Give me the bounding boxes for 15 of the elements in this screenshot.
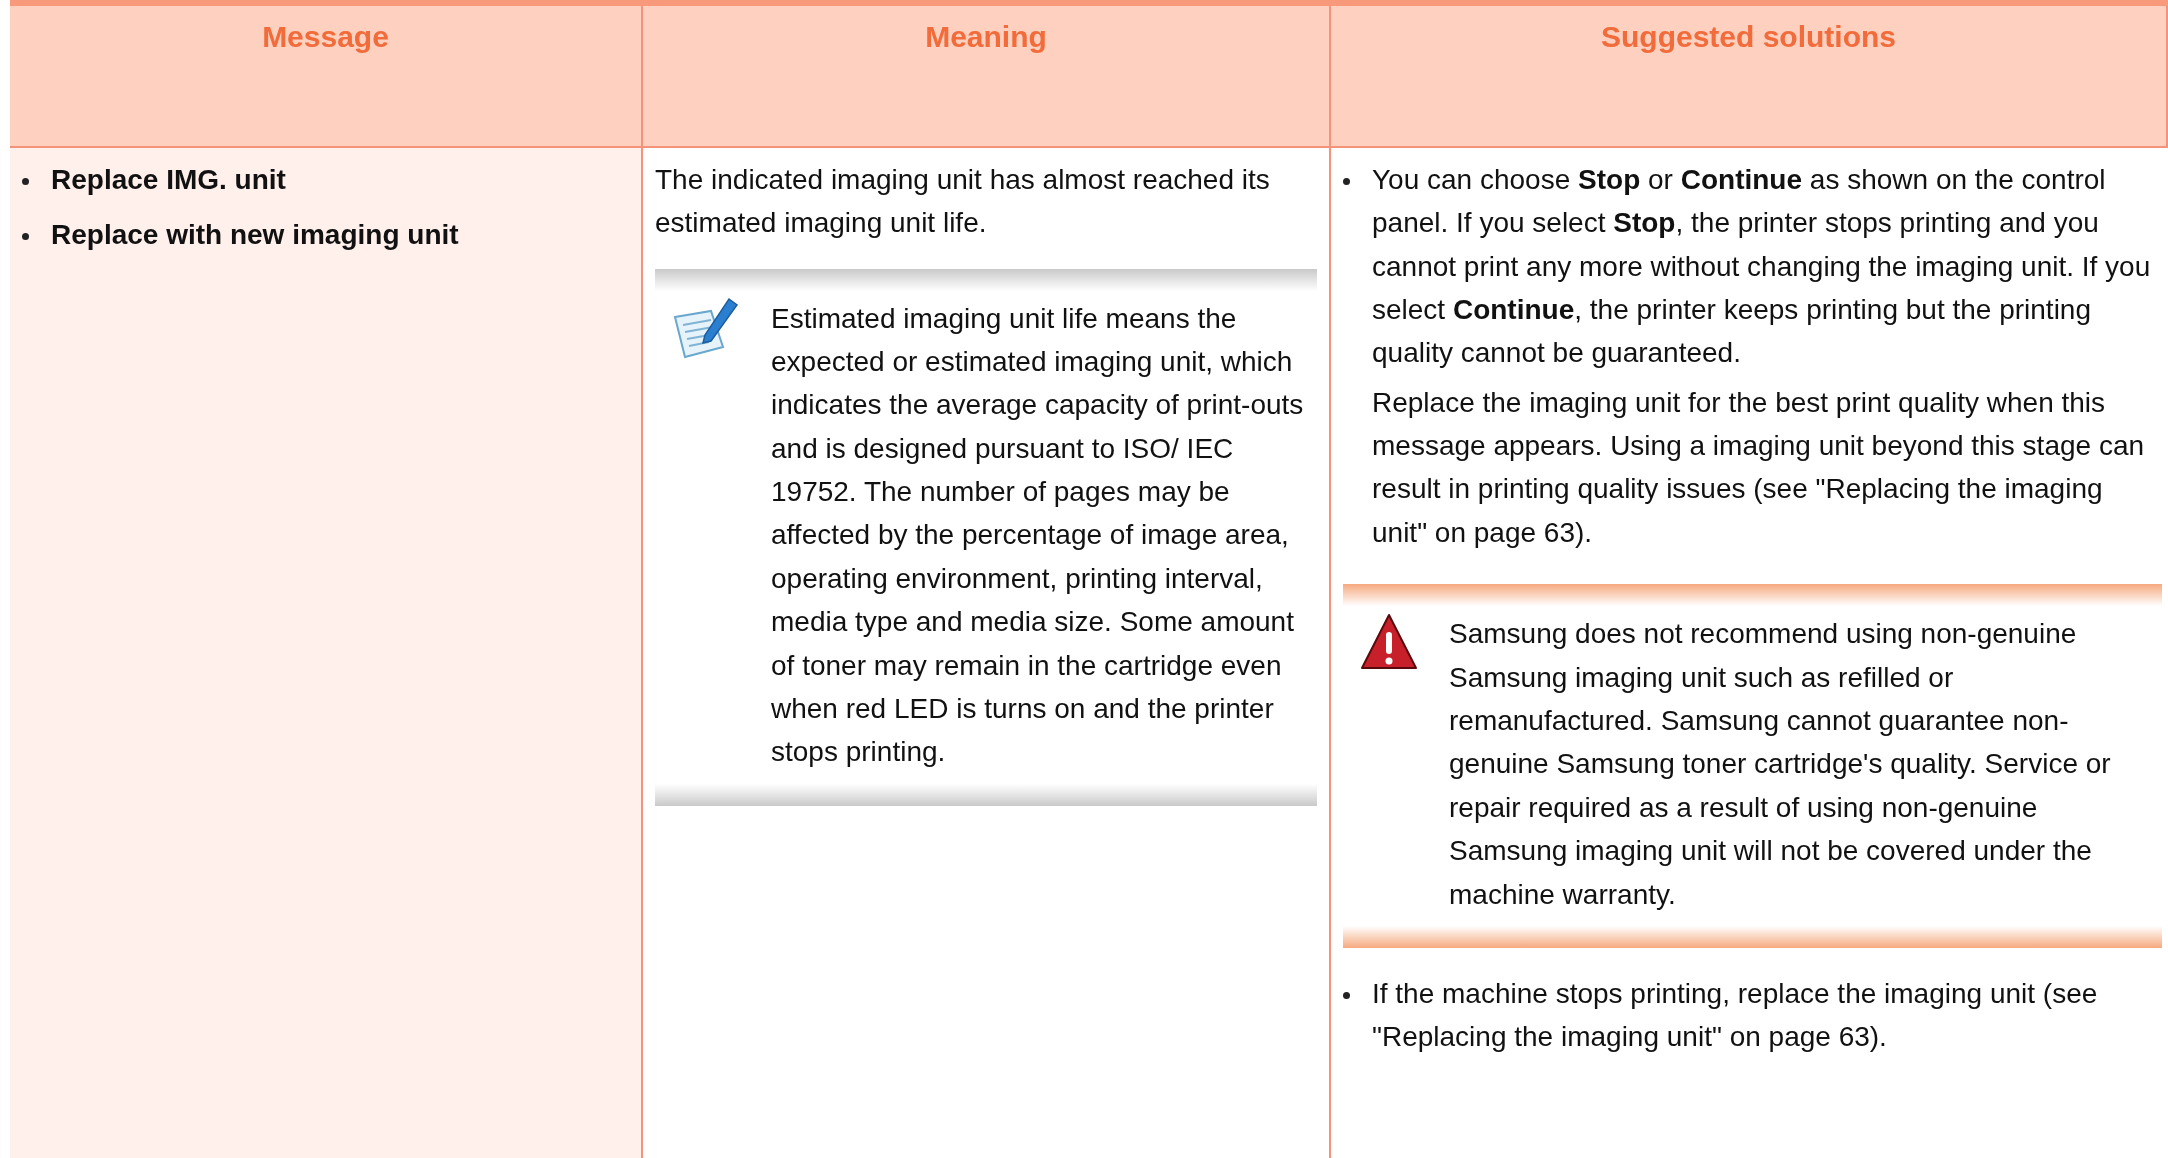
column-header: Message: [10, 6, 643, 148]
bullet-icon: [22, 177, 29, 185]
bullet-icon: [1343, 177, 1350, 185]
column-header: Suggested solutions: [1331, 6, 2168, 148]
bullet-text: If the machine stops printing, replace the imaging unit (see "Replacing the imaging unit" on page 63).: [1372, 977, 2099, 1055]
bullet-text: You can choose Stop or Continue as shown on the control panel. If you select Stop, the printer stops printing and you cannot print any more without changing the imaging unit. If you select Continue, the printer keeps printing but the printing quality cannot be guaranteed.: [1372, 162, 2152, 371]
note-text: Estimated imaging unit life means the expected or estimated imaging unit, which indicates the average capacity of print-outs and is designed pursuant to ISO/ IEC 19752. The number of pages may be affected by the percentage of image area, operating environment, printing interval, media type and media size. Some amount of toner may remain in the cartridge even when red LED is turns on and the printer stops printing.: [771, 301, 1305, 770]
bullet-text: Replace with new imaging unit: [51, 218, 459, 253]
bullet-text: Replace the imaging unit for the best print quality when this message appears. Using a imaging unit beyond this stage can result in printing quality issues (see "Replacing the imaging unit" on page 63).: [1372, 385, 2146, 550]
bullet-icon: [1343, 992, 1350, 999]
column-header: Meaning: [643, 6, 1331, 148]
bullet-icon: [22, 233, 29, 241]
bullet-text: Replace IMG. unit: [51, 162, 286, 197]
warning-text: Samsung does not recommend using non-genuine Samsung imaging unit such as refilled or remanufactured. Samsung cannot guarantee non-genuine Samsung toner cartridge's quality. Service or repair required as a result of using non-genuine Samsung imaging unit will not be covered under the machine warranty.: [1449, 617, 2112, 912]
cell-text: The indicated imaging unit has almost reached its estimated imaging unit life.: [655, 162, 1271, 241]
